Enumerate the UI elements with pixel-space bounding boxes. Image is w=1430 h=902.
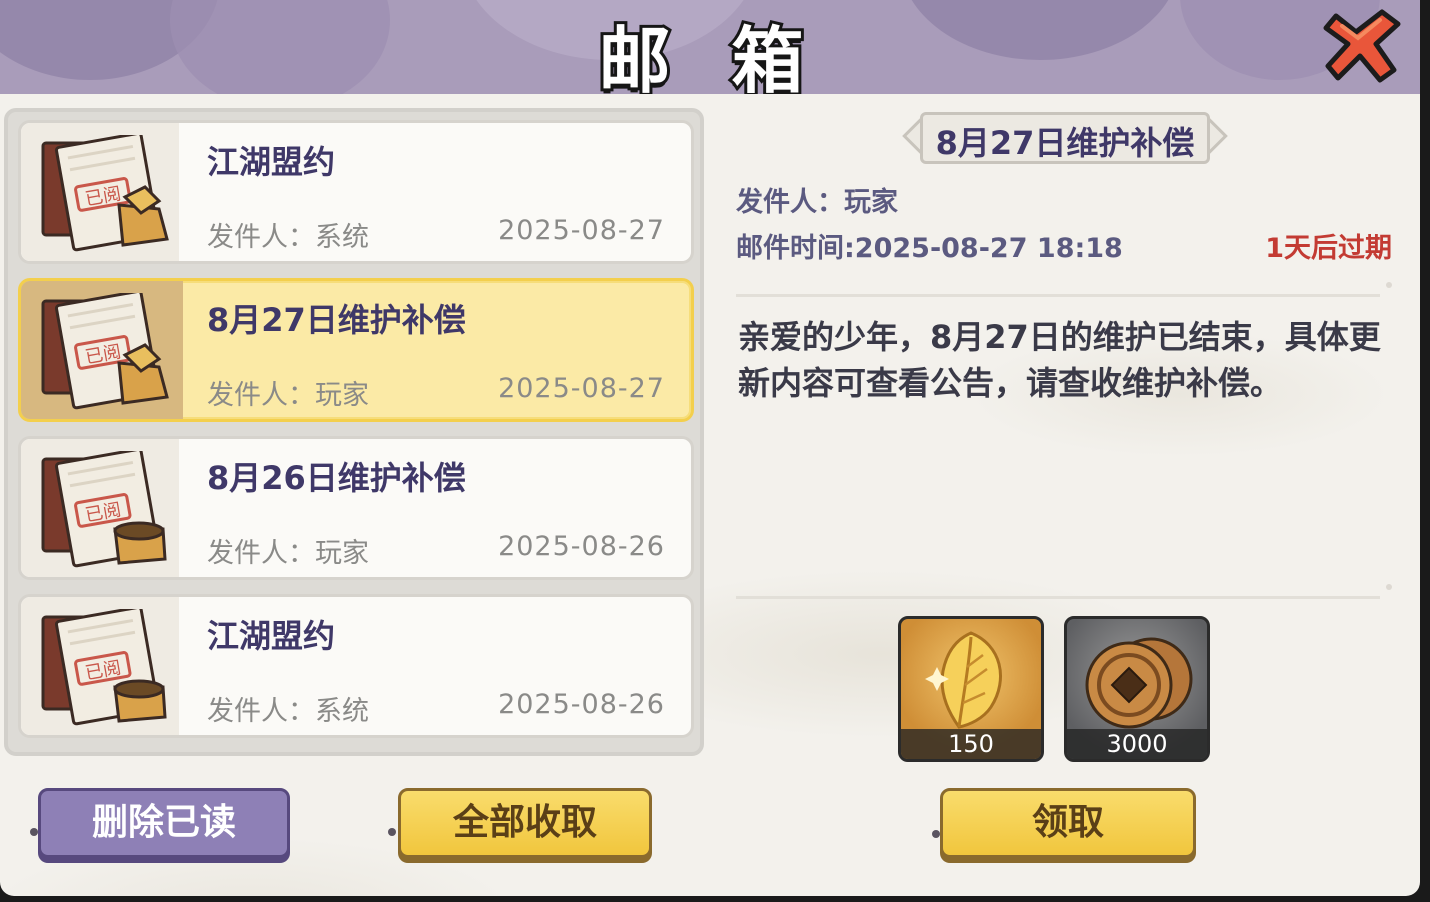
mail-title: 8月26日维护补偿 xyxy=(207,459,466,497)
mail-title: 江湖盟约 xyxy=(207,617,336,655)
mailbox-panel: 邮 箱 已阅 江湖盟约 发件人：系统 2025-08-27 已阅 8月27日维护… xyxy=(0,0,1420,896)
mail-title: 江湖盟约 xyxy=(207,143,336,181)
mail-sender: 发件人：系统 xyxy=(207,222,369,253)
detail-title-plate: 8月27日维护补偿 xyxy=(902,112,1228,164)
mail-sender: 发件人：玩家 xyxy=(207,538,369,569)
copper-coin-icon xyxy=(1085,637,1193,729)
close-button[interactable] xyxy=(1322,6,1404,84)
page-title: 邮 箱 xyxy=(595,16,822,94)
delete-read-button[interactable]: 删除已读 xyxy=(38,788,290,858)
divider xyxy=(736,282,1392,297)
reward-quantity: 150 xyxy=(901,729,1041,759)
mail-item-1[interactable]: 已阅 江湖盟约 发件人：系统 2025-08-27 xyxy=(18,120,694,264)
mail-item-4[interactable]: 已阅 江湖盟约 发件人：系统 2025-08-26 xyxy=(18,594,694,738)
close-x-icon[interactable] xyxy=(1322,6,1404,84)
expire-label: 1天后过期 xyxy=(1265,233,1392,264)
mail-read-icon: 已阅 xyxy=(41,135,169,252)
mail-sender: 发件人：玩家 xyxy=(207,380,369,411)
claim-button[interactable]: 领取 xyxy=(940,788,1196,858)
mail-read-icon: 已阅 xyxy=(41,451,167,568)
collect-all-button[interactable]: 全部收取 xyxy=(398,788,652,858)
mail-title: 8月27日维护补偿 xyxy=(207,301,466,339)
mail-sender: 发件人：系统 xyxy=(207,696,369,727)
mail-date: 2025-08-27 xyxy=(498,373,665,404)
mail-date: 2025-08-27 xyxy=(498,215,665,246)
gold-leaf-icon xyxy=(925,631,1003,729)
mail-item-3[interactable]: 已阅 8月26日维护补偿 发件人：玩家 2025-08-26 xyxy=(18,436,694,580)
mail-date: 2025-08-26 xyxy=(498,531,665,562)
reward-item[interactable]: 3000 xyxy=(1064,616,1210,762)
mail-read-icon: 已阅 xyxy=(41,293,169,410)
mail-body: 亲爱的少年，8月27日的维护已结束，具体更新内容可查看公告，请查收维护补偿。 xyxy=(738,318,1381,402)
header: 邮 箱 xyxy=(0,0,1420,94)
divider xyxy=(736,584,1392,599)
mail-date: 2025-08-26 xyxy=(498,689,665,720)
detail-title: 8月27日维护补偿 xyxy=(935,124,1195,162)
reward-quantity: 3000 xyxy=(1067,729,1207,759)
reward-item[interactable]: 150 xyxy=(898,616,1044,762)
detail-sender: 发件人：玩家 xyxy=(736,187,898,218)
mail-list[interactable]: 已阅 江湖盟约 发件人：系统 2025-08-27 已阅 8月27日维护补偿 发… xyxy=(4,108,704,756)
mail-read-icon: 已阅 xyxy=(41,609,167,726)
mail-item-2[interactable]: 已阅 8月27日维护补偿 发件人：玩家 2025-08-27 xyxy=(18,278,694,422)
detail-time: 邮件时间:2025-08-27 18:18 xyxy=(736,233,1123,264)
